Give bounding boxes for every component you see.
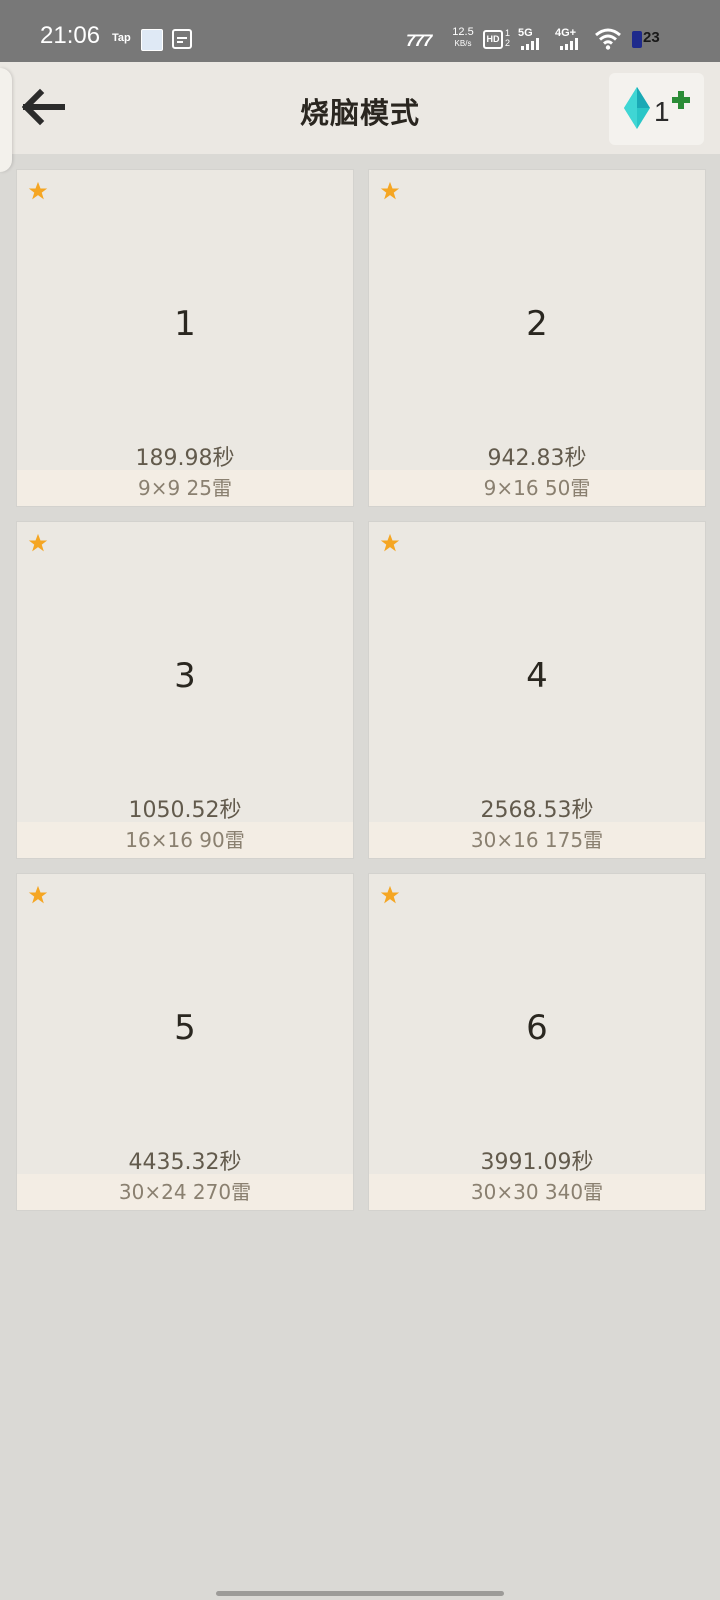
gem-count: 1 [654,96,670,127]
board-info: 9×16 50雷 [369,470,705,506]
level-number: 2 [526,304,548,344]
best-time: 189.98秒 [135,446,235,471]
top-bar: 烧脑模式 1 [0,62,720,172]
star-icon [380,533,400,552]
status-bar: 21:06 Tap 777 12.5 KB/s HD 1 2 5G 4G+ 23 [0,0,720,62]
star-icon [28,885,48,904]
level-card[interactable]: 3 1050.52秒 16×16 90雷 [17,522,353,858]
level-card[interactable]: 1 189.98秒 9×9 25雷 [17,170,353,506]
star-icon [380,181,400,200]
network-speed-value: 12.5 [452,26,474,38]
diamond-gem-icon [624,87,650,129]
level-card[interactable]: 5 4435.32秒 30×24 270雷 [17,874,353,1210]
network-speed-unit: KB/s [454,39,472,48]
hd-voice-icon: HD [483,30,503,49]
network-speed: 12.5 KB/s [448,27,478,49]
signal-bars-1-icon [521,38,543,50]
wifi-icon [595,28,621,50]
level-card[interactable]: 6 3991.09秒 30×30 340雷 [369,874,705,1210]
star-icon [380,885,400,904]
best-time: 4435.32秒 [128,1150,242,1175]
star-icon [28,181,48,200]
tap-app-icon: Tap [112,32,131,44]
board-info: 30×16 175雷 [369,822,705,858]
home-indicator[interactable] [216,1591,504,1596]
level-card[interactable]: 2 942.83秒 9×16 50雷 [369,170,705,506]
plus-icon [672,91,690,109]
level-number: 4 [526,656,548,696]
best-time: 942.83秒 [487,446,587,471]
board-info: 9×9 25雷 [17,470,353,506]
level-number: 1 [174,304,196,344]
calendar-notification-icon [172,29,192,49]
level-card[interactable]: 4 2568.53秒 30×16 175雷 [369,522,705,858]
app-notification-icon [141,29,163,51]
signal-bars-2-icon [560,38,582,50]
board-info: 30×24 270雷 [17,1174,353,1210]
board-info: 16×16 90雷 [17,822,353,858]
status-time: 21:06 [40,22,101,49]
board-info: 30×30 340雷 [369,1174,705,1210]
sim-slot-numbers: 1 2 [505,28,511,48]
battery-icon [632,31,642,48]
add-gems-button[interactable]: 1 [609,73,704,145]
level-number: 3 [174,656,196,696]
best-time: 1050.52秒 [128,798,242,823]
best-time: 2568.53秒 [480,798,594,823]
level-number: 6 [526,1008,548,1048]
star-icon [28,533,48,552]
carrier-logo-icon: 777 [406,31,432,50]
best-time: 3991.09秒 [480,1150,594,1175]
level-number: 5 [174,1008,196,1048]
battery-level: 23 [643,29,660,46]
